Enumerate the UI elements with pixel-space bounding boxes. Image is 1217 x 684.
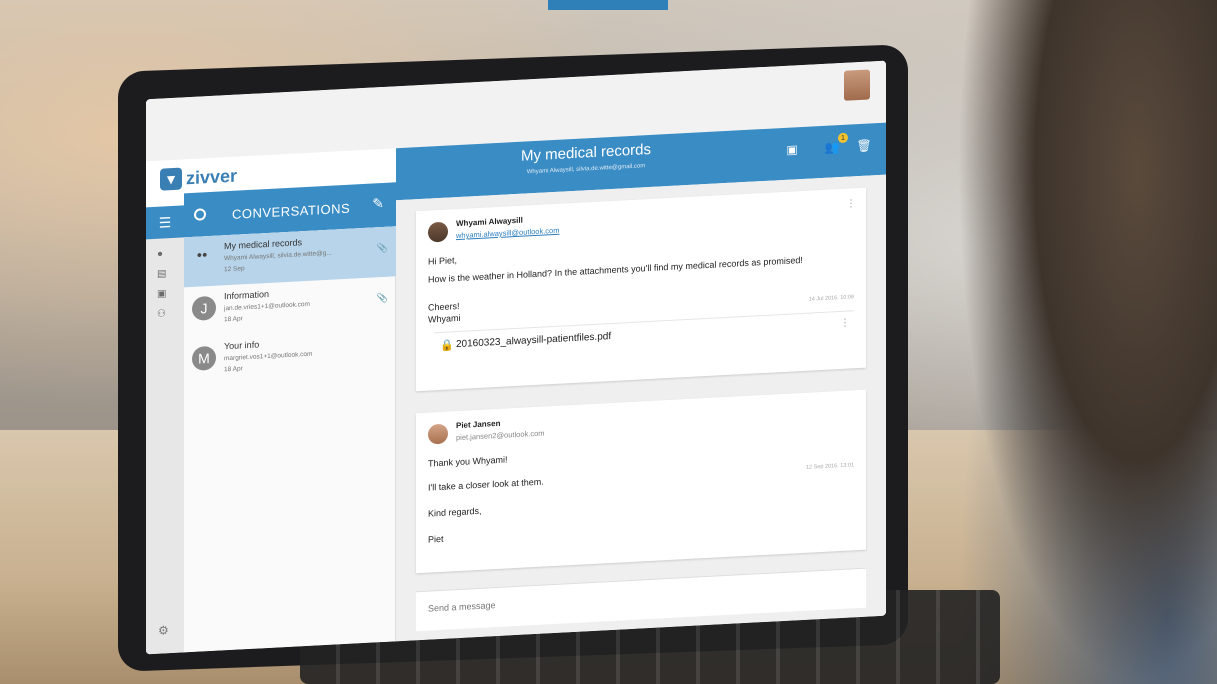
more-options-icon[interactable]: ⋮ <box>846 198 856 210</box>
message-thread: Whyami Alwaysill whyami.alwaysill@outloo… <box>396 174 886 642</box>
attachment-row[interactable]: 🔒 20160323_alwaysill-patientfiles.pdf ⋮ <box>434 310 854 359</box>
menu-icon[interactable]: ☰ <box>146 205 184 240</box>
conversations-title: CONVERSATIONS <box>232 200 351 222</box>
gear-icon[interactable]: ⚙ <box>158 623 169 638</box>
archive-icon[interactable]: ▣ <box>157 288 171 301</box>
nav-rail: ☰ ● ▤ ▣ ⚇ ⚙ <box>146 205 184 655</box>
pencil-icon[interactable]: ✎ <box>372 195 384 213</box>
notification-badge: 1 <box>838 132 848 144</box>
conversation-item-your-info[interactable]: M Your info margriet.vos1+1@outlook.com … <box>184 326 396 387</box>
app-screen: ▼ zivver My medical records Whyami Alway… <box>146 60 886 655</box>
chat-icon[interactable]: ● <box>157 248 171 261</box>
message-text: Thank you Whyami! <box>428 454 508 469</box>
groups-icon[interactable]: ⚇ <box>157 308 171 321</box>
app-logo[interactable]: ▼ zivver <box>160 165 237 191</box>
inbox-icon[interactable]: ▤ <box>157 268 171 281</box>
message-card: Whyami Alwaysill whyami.alwaysill@outloo… <box>416 187 866 392</box>
message-text: Whyami <box>428 312 461 325</box>
background-person <box>957 0 1217 684</box>
avatar: M <box>192 345 216 371</box>
select-all-icon[interactable] <box>194 208 206 221</box>
avatar <box>428 221 448 243</box>
message-card: Piet Jansen piet.jansen2@outlook.com Tha… <box>416 389 866 574</box>
background-blue-tab <box>548 0 668 10</box>
avatar: J <box>192 295 216 321</box>
more-options-icon[interactable]: ⋮ <box>840 317 850 329</box>
participants-avatars: ●● <box>196 249 208 260</box>
logo-mark-icon: ▼ <box>160 167 182 191</box>
message-text: Cheers! <box>428 300 460 313</box>
conversation-date: 18 Apr <box>224 365 243 374</box>
avatar <box>428 423 448 445</box>
message-sender: Whyami Alwaysill <box>456 215 523 229</box>
message-text: I'll take a closer look at them. <box>428 476 544 493</box>
message-text: Piet <box>428 533 444 545</box>
message-text: Hi Piet, <box>428 255 458 267</box>
user-avatar[interactable] <box>844 69 870 101</box>
conversation-email: jan.de.vries1+1@outlook.com <box>224 300 310 313</box>
delete-icon[interactable]: 🗑 <box>856 137 872 154</box>
conversation-date: 12 Sep <box>224 265 245 274</box>
conversation-email: Whyami Alwaysill, silvia.de.witte@g... <box>224 249 332 263</box>
new-conversation-icon[interactable]: ▣ <box>784 141 800 158</box>
lock-icon: 🔒 <box>440 339 454 352</box>
attachment-filename[interactable]: 20160323_alwaysill-patientfiles.pdf <box>456 331 611 350</box>
message-text: Kind regards, <box>428 505 482 519</box>
conversation-email: margriet.vos1+1@outlook.com <box>224 350 313 363</box>
conversation-list: ●● My medical records Whyami Alwaysill, … <box>184 226 396 653</box>
contacts-icon[interactable]: 👥 <box>824 139 840 156</box>
message-timestamp: 14 Jul 2016, 10:09 <box>808 294 854 303</box>
message-timestamp: 12 Sep 2016, 13:01 <box>805 462 854 471</box>
conversation-name: Information <box>224 288 270 302</box>
message-sender: Piet Jansen <box>456 418 501 431</box>
paperclip-icon: 📎 <box>376 242 388 254</box>
message-sender-email[interactable]: whyami.alwaysill@outlook.com <box>456 226 559 240</box>
paperclip-icon: 📎 <box>376 292 388 304</box>
conversation-name: Your info <box>224 339 260 352</box>
logo-text: zivver <box>186 165 238 188</box>
message-input[interactable] <box>428 581 848 614</box>
conversation-name: My medical records <box>224 237 303 252</box>
conversation-date: 18 Apr <box>224 315 243 324</box>
message-sender-email: piet.jansen2@outlook.com <box>456 428 545 443</box>
message-text: How is the weather in Holland? In the at… <box>428 254 803 285</box>
